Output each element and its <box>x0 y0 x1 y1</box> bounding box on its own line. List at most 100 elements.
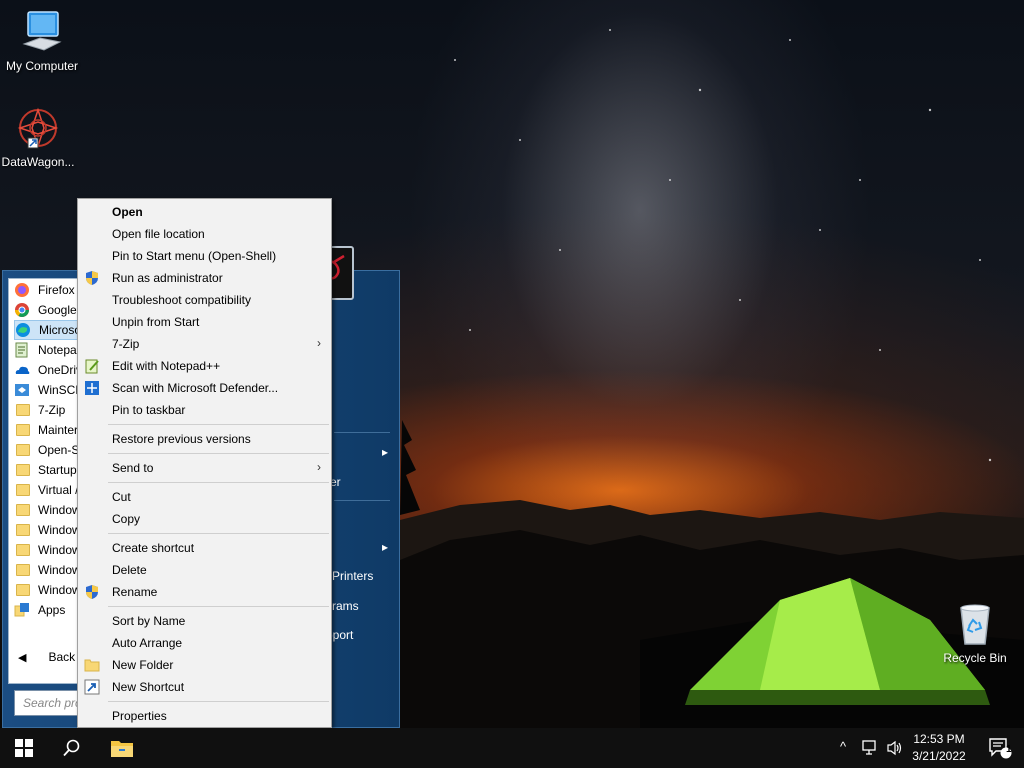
notepadpp-icon <box>84 358 100 374</box>
program-label: Mainter <box>38 423 79 437</box>
context-menu-item[interactable]: Unpin from Start <box>78 311 331 333</box>
action-center-button[interactable]: 1 <box>976 728 1024 768</box>
context-menu-separator <box>108 453 329 454</box>
folder-icon <box>16 444 30 456</box>
program-label: Microso <box>39 323 82 337</box>
notepad-icon <box>14 342 30 358</box>
program-label: OneDriv <box>38 363 83 377</box>
context-menu-item[interactable]: Edit with Notepad++ <box>78 355 331 377</box>
context-menu-item[interactable]: Delete <box>78 559 331 581</box>
context-menu-item-label: Create shortcut <box>112 541 195 555</box>
taskbar: ^ 12:53 PM 3/21/2022 1 <box>0 728 1024 768</box>
recycle-bin-icon <box>960 604 990 645</box>
edge-icon <box>15 322 31 338</box>
context-menu-item[interactable]: New Folder <box>78 654 331 676</box>
context-menu-item[interactable]: Pin to Start menu (Open-Shell) <box>78 245 331 267</box>
desktop-icon-recycle-bin[interactable]: Recycle Bin <box>933 602 1017 665</box>
program-label: Window <box>38 503 81 517</box>
context-menu-item-label: Pin to taskbar <box>112 403 186 417</box>
context-menu-item[interactable]: Properties <box>78 705 331 727</box>
context-menu-item[interactable]: Open <box>78 201 331 223</box>
context-menu-item-label: Properties <box>112 709 167 723</box>
folder-icon <box>16 404 30 416</box>
context-menu-separator <box>108 701 329 702</box>
chrome-icon <box>14 302 30 318</box>
context-menu-item-label: Open <box>112 205 143 219</box>
program-label: Window <box>38 523 81 537</box>
context-menu-item[interactable]: Send to › <box>78 457 331 479</box>
context-menu-item[interactable]: Troubleshoot compatibility <box>78 289 331 311</box>
context-menu-separator <box>108 606 329 607</box>
desktop-icon-label: Recycle Bin <box>943 651 1007 665</box>
folder-icon <box>16 464 30 476</box>
desktop-icon-label: DataWagon... <box>1 155 75 169</box>
folder-icon <box>16 584 30 596</box>
back-button[interactable]: ◀ Back <box>14 650 75 664</box>
context-menu-separator <box>108 424 329 425</box>
context-menu-separator <box>108 533 329 534</box>
context-menu-item-label: Cut <box>112 490 131 504</box>
desktop-icon-label: My Computer <box>5 59 79 73</box>
uac-shield-icon <box>84 584 100 600</box>
folder-icon <box>84 657 100 673</box>
start-button[interactable] <box>0 728 48 768</box>
context-menu-item[interactable]: New Shortcut <box>78 676 331 698</box>
program-label: 7-Zip <box>38 403 66 417</box>
winscp-icon <box>14 382 30 398</box>
context-menu-item[interactable]: Scan with Microsoft Defender... <box>78 377 331 399</box>
context-menu-item[interactable]: Rename <box>78 581 331 603</box>
program-label: Window <box>38 543 81 557</box>
context-menu-item[interactable]: Pin to taskbar <box>78 399 331 421</box>
program-label: Apps <box>38 603 66 617</box>
context-menu-separator <box>108 482 329 483</box>
taskbar-clock[interactable]: 12:53 PM 3/21/2022 <box>904 731 974 765</box>
context-menu-item[interactable]: Run as administrator <box>78 267 331 289</box>
context-menu-item[interactable]: Sort by Name <box>78 610 331 632</box>
search-placeholder: Search pro <box>23 696 82 710</box>
start-menu-separator <box>334 500 390 501</box>
desktop-icon-datawagon[interactable]: DataWagon... <box>0 106 80 169</box>
context-menu-item-label: New Shortcut <box>112 680 185 694</box>
start-menu-right-item[interactable]: rams <box>332 599 359 613</box>
taskbar-search-button[interactable] <box>48 728 96 768</box>
context-menu-item-label: Copy <box>112 512 141 526</box>
context-menu-item[interactable]: Restore previous versions <box>78 428 331 450</box>
datawagon-shortcut-icon <box>17 107 59 149</box>
context-menu-item-label: Restore previous versions <box>112 432 251 446</box>
folder-icon <box>16 564 30 576</box>
folder-icon <box>16 484 30 496</box>
volume-icon[interactable] <box>886 740 904 759</box>
chevron-right-icon: ▸ <box>382 445 389 459</box>
apps-icon <box>14 602 30 618</box>
context-menu-item-label: Edit with Notepad++ <box>112 359 221 373</box>
context-menu-item[interactable]: Cut <box>78 486 331 508</box>
context-menu-item[interactable]: 7-Zip › <box>78 333 331 355</box>
program-label: Firefox <box>38 283 75 297</box>
folder-icon <box>16 524 30 536</box>
context-menu-item-label: New Folder <box>112 658 174 672</box>
context-menu-item[interactable]: Create shortcut <box>78 537 331 559</box>
context-menu-item-label: Delete <box>112 563 147 577</box>
context-menu-item-label: Unpin from Start <box>112 315 200 329</box>
context-menu-item-label: Send to <box>112 461 154 475</box>
desktop-icon-my-computer[interactable]: My Computer <box>0 10 84 73</box>
shortcut-icon <box>84 679 100 695</box>
taskbar-file-explorer-button[interactable] <box>98 728 146 768</box>
folder-icon <box>16 504 30 516</box>
start-menu-right-item[interactable]: Printers <box>332 569 373 583</box>
uac-shield-icon <box>84 270 100 286</box>
context-menu-item-label: Sort by Name <box>112 614 186 628</box>
context-menu-item-label: 7-Zip <box>112 337 140 351</box>
context-menu-item[interactable]: Copy <box>78 508 331 530</box>
firefox-icon <box>14 282 30 298</box>
show-hidden-icons-chevron-icon[interactable]: ^ <box>840 739 846 754</box>
context-menu-item[interactable]: Auto Arrange <box>78 632 331 654</box>
context-menu-item[interactable]: Open file location <box>78 223 331 245</box>
network-icon[interactable] <box>862 740 880 759</box>
context-menu-item-label: Open file location <box>112 227 205 241</box>
back-label: Back <box>48 650 76 664</box>
file-explorer-icon <box>111 741 133 757</box>
clock-date: 3/21/2022 <box>912 749 966 763</box>
search-icon <box>63 739 80 757</box>
context-menu-item-label: Run as administrator <box>112 271 223 285</box>
